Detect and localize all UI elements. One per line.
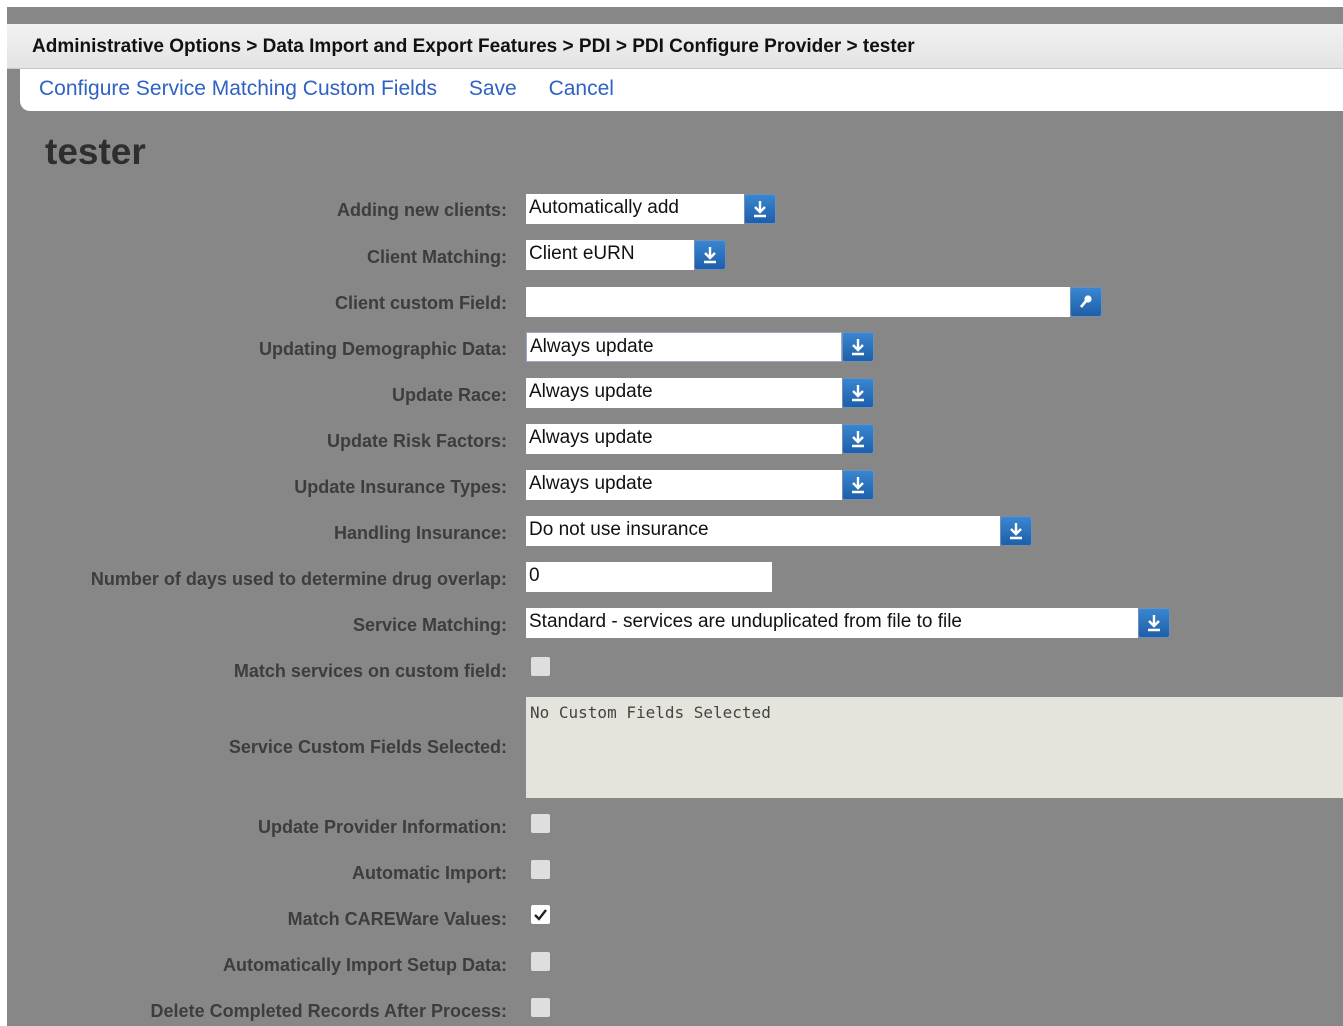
service-matching-label: Service Matching: xyxy=(352,615,507,635)
update-insurance-types-dropdown-button[interactable] xyxy=(842,470,874,500)
adding-new-clients-label: Adding new clients: xyxy=(336,200,507,220)
service-custom-fields-label: Service Custom Fields Selected: xyxy=(228,737,507,757)
update-provider-info-checkbox[interactable] xyxy=(531,814,550,833)
client-matching-label: Client Matching: xyxy=(367,247,507,267)
client-custom-field-input[interactable] xyxy=(526,287,1070,317)
page-title: tester xyxy=(45,131,146,172)
updating-demographic-label: Updating Demographic Data: xyxy=(258,339,507,359)
handling-insurance-dropdown-button[interactable] xyxy=(1000,516,1032,546)
save-link[interactable]: Save xyxy=(469,77,517,100)
dropdown-arrow-icon xyxy=(1148,615,1160,632)
client-custom-field-label: Client custom Field: xyxy=(334,293,507,313)
update-insurance-types-select[interactable]: Always update xyxy=(526,470,842,500)
service-matching-select[interactable]: Standard - services are unduplicated fro… xyxy=(526,608,1138,638)
dropdown-arrow-icon xyxy=(754,201,766,218)
match-services-custom-checkbox[interactable] xyxy=(531,657,550,676)
adding-new-clients-select[interactable]: Automatically add xyxy=(526,194,744,224)
adding-new-clients-dropdown-button[interactable] xyxy=(744,194,776,224)
handling-insurance-label: Handling Insurance: xyxy=(333,523,507,543)
update-risk-label: Update Risk Factors: xyxy=(326,431,507,451)
dropdown-arrow-icon xyxy=(852,385,864,402)
update-insurance-types-label: Update Insurance Types: xyxy=(294,477,507,497)
updating-demographic-dropdown-button[interactable] xyxy=(842,332,874,362)
dropdown-arrow-icon xyxy=(852,477,864,494)
lookup-icon xyxy=(1080,295,1092,308)
delete-completed-label: Delete Completed Records After Process: xyxy=(150,1001,507,1021)
breadcrumb: Administrative Options > Data Import and… xyxy=(7,24,1343,69)
dropdown-arrow-icon xyxy=(704,247,716,264)
dropdown-arrow-icon xyxy=(1010,523,1022,540)
update-provider-info-label: Update Provider Information: xyxy=(257,817,507,837)
updating-demographic-select[interactable]: Always update xyxy=(526,332,842,362)
match-careware-values-label: Match CAREWare Values: xyxy=(287,909,507,929)
client-matching-select[interactable]: Client eURN xyxy=(526,240,694,270)
dropdown-arrow-icon xyxy=(852,339,864,356)
update-race-label: Update Race: xyxy=(391,385,507,405)
dropdown-arrow-icon xyxy=(852,431,864,448)
checkmark-icon xyxy=(534,909,547,921)
update-race-select[interactable]: Always update xyxy=(526,378,842,408)
automatic-import-label: Automatic Import: xyxy=(352,863,507,883)
automatic-import-checkbox[interactable] xyxy=(531,860,550,879)
auto-import-setup-label: Automatically Import Setup Data: xyxy=(222,955,507,975)
app-frame: Administrative Options > Data Import and… xyxy=(7,7,1343,1026)
drug-overlap-days-label: Number of days used to determine drug ov… xyxy=(90,569,507,589)
auto-import-setup-checkbox[interactable] xyxy=(531,952,550,971)
update-risk-select[interactable]: Always update xyxy=(526,424,842,454)
client-matching-dropdown-button[interactable] xyxy=(694,240,726,270)
handling-insurance-select[interactable]: Do not use insurance xyxy=(526,516,1000,546)
match-services-custom-label: Match services on custom field: xyxy=(233,661,507,681)
action-bar: Configure Service Matching Custom Fields… xyxy=(20,69,1343,111)
service-matching-dropdown-button[interactable] xyxy=(1138,608,1170,638)
service-custom-fields-textarea[interactable]: No Custom Fields Selected xyxy=(526,697,1343,798)
update-risk-dropdown-button[interactable] xyxy=(842,424,874,454)
update-race-dropdown-button[interactable] xyxy=(842,378,874,408)
client-custom-field-lookup-button[interactable] xyxy=(1070,287,1102,317)
drug-overlap-days-input[interactable]: 0 xyxy=(526,562,772,592)
match-careware-values-checkbox[interactable] xyxy=(531,905,550,924)
cancel-link[interactable]: Cancel xyxy=(549,77,614,100)
delete-completed-checkbox[interactable] xyxy=(531,998,550,1017)
configure-custom-fields-link[interactable]: Configure Service Matching Custom Fields xyxy=(39,77,437,100)
